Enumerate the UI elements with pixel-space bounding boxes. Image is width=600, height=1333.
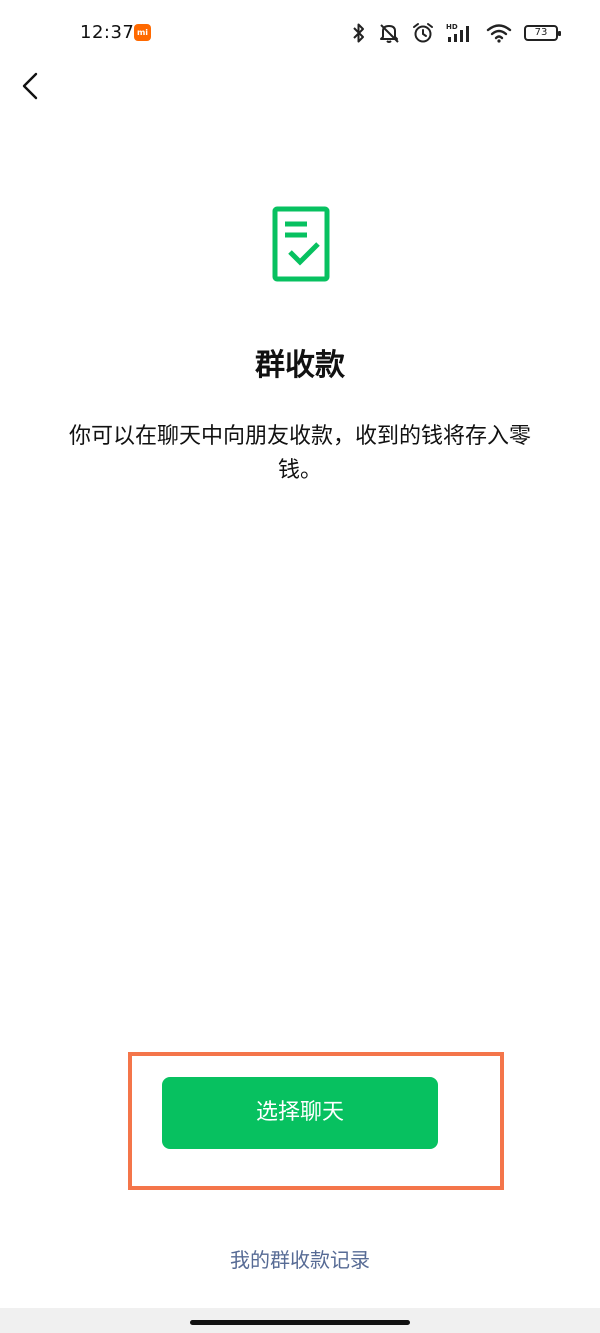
bluetooth-icon xyxy=(353,23,364,43)
description-text: 你可以在聊天中向朋友收款，收到的钱将存入零钱。 xyxy=(68,424,531,483)
select-chat-button[interactable]: 选择聊天 xyxy=(162,1077,438,1149)
group-collection-records-link[interactable]: 我的群收款记录 xyxy=(0,1244,600,1273)
back-button[interactable] xyxy=(14,66,50,106)
wifi-icon xyxy=(486,24,512,43)
home-indicator[interactable] xyxy=(190,1320,410,1325)
alarm-icon xyxy=(413,23,433,43)
status-time: 12:37 xyxy=(80,22,135,43)
status-icons: HD 73 xyxy=(352,20,561,46)
chevron-left-icon xyxy=(22,72,38,100)
status-bar: 12:37 mi HD 73 xyxy=(0,0,600,64)
bottom-gesture-bar xyxy=(0,1308,600,1333)
battery-icon: 73 xyxy=(524,25,561,41)
mi-app-icon: mi xyxy=(134,24,151,41)
document-check-icon xyxy=(272,206,330,282)
mute-icon xyxy=(380,24,399,43)
page-title: 群收款 xyxy=(255,348,345,383)
hd-signal-icon: HD xyxy=(446,23,469,42)
battery-level: 73 xyxy=(534,27,548,38)
svg-text:HD: HD xyxy=(446,23,458,31)
